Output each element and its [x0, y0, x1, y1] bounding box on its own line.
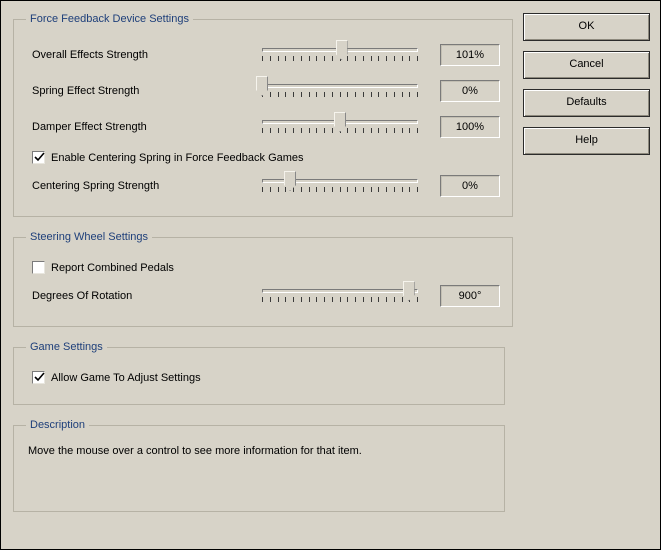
- degrees-rotation-slider[interactable]: [262, 283, 418, 309]
- centering-strength-value: 0%: [440, 175, 500, 197]
- game-settings-group: Game Settings Allow Game To Adjust Setti…: [13, 341, 505, 405]
- checkmark-icon: [32, 151, 45, 164]
- checkmark-icon: [32, 371, 45, 384]
- damper-strength-label: Damper Effect Strength: [26, 121, 262, 133]
- combined-pedals-label: Report Combined Pedals: [51, 262, 174, 274]
- ok-button[interactable]: OK: [523, 13, 650, 41]
- help-button[interactable]: Help: [523, 127, 650, 155]
- centering-strength-row: Centering Spring Strength 0%: [26, 170, 500, 202]
- degrees-rotation-value: 900°: [440, 285, 500, 307]
- allow-adjust-label: Allow Game To Adjust Settings: [51, 372, 201, 384]
- steering-wheel-group: Steering Wheel Settings Report Combined …: [13, 231, 513, 327]
- overall-strength-row: Overall Effects Strength 101%: [26, 39, 500, 71]
- damper-strength-row: Damper Effect Strength 100%: [26, 111, 500, 143]
- overall-strength-value: 101%: [440, 44, 500, 66]
- defaults-button[interactable]: Defaults: [523, 89, 650, 117]
- force-feedback-title: Force Feedback Device Settings: [26, 13, 193, 25]
- degrees-rotation-label: Degrees Of Rotation: [26, 290, 262, 302]
- enable-centering-checkbox[interactable]: Enable Centering Spring in Force Feedbac…: [32, 151, 500, 164]
- overall-strength-slider[interactable]: [262, 42, 418, 68]
- combined-pedals-checkbox[interactable]: Report Combined Pedals: [32, 261, 500, 274]
- centering-strength-slider[interactable]: [262, 173, 418, 199]
- checkbox-icon: [32, 261, 45, 274]
- centering-strength-label: Centering Spring Strength: [26, 180, 262, 192]
- damper-strength-value: 100%: [440, 116, 500, 138]
- steering-wheel-title: Steering Wheel Settings: [26, 231, 152, 243]
- overall-strength-label: Overall Effects Strength: [26, 49, 262, 61]
- description-group: Description Move the mouse over a contro…: [13, 419, 505, 512]
- cancel-button[interactable]: Cancel: [523, 51, 650, 79]
- allow-adjust-checkbox[interactable]: Allow Game To Adjust Settings: [32, 371, 492, 384]
- spring-strength-value: 0%: [440, 80, 500, 102]
- spring-strength-row: Spring Effect Strength 0%: [26, 75, 500, 107]
- enable-centering-label: Enable Centering Spring in Force Feedbac…: [51, 152, 304, 164]
- damper-strength-slider[interactable]: [262, 114, 418, 140]
- force-feedback-group: Force Feedback Device Settings Overall E…: [13, 13, 513, 217]
- game-settings-title: Game Settings: [26, 341, 107, 353]
- description-title: Description: [26, 419, 89, 431]
- spring-strength-slider[interactable]: [262, 78, 418, 104]
- description-text: Move the mouse over a control to see mor…: [26, 441, 492, 497]
- degrees-rotation-row: Degrees Of Rotation 900°: [26, 280, 500, 312]
- spring-strength-label: Spring Effect Strength: [26, 85, 262, 97]
